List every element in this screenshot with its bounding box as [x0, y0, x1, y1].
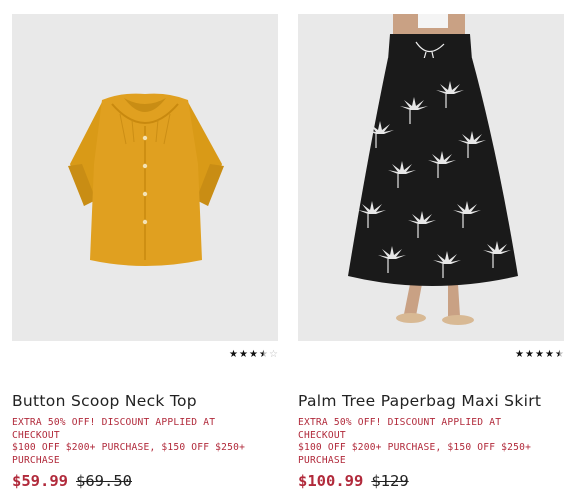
promo-line: PURCHASE — [12, 454, 60, 466]
product-card-button-scoop-neck-top[interactable]: ★ ★ ★ ★ ☆ Button Scoop Neck Top EXTRA 50… — [12, 14, 278, 491]
star-icon: ★ — [525, 349, 534, 360]
product-image[interactable] — [12, 14, 278, 341]
promo-line: EXTRA 50% OFF! DISCOUNT APPLIED AT — [12, 417, 216, 428]
star-half-icon: ★ — [555, 349, 564, 367]
product-rating: ★ ★ ★ ★ ☆ — [12, 349, 278, 367]
skirt-illustration — [348, 14, 518, 325]
promo-line: $100 OFF $200+ PURCHASE, $150 OFF $250+ — [12, 442, 246, 454]
promo-line: EXTRA 50% OFF! DISCOUNT APPLIED AT — [298, 417, 502, 428]
product-name[interactable]: Palm Tree Paperbag Maxi Skirt — [298, 391, 564, 411]
sale-price: $100.99 — [298, 472, 364, 491]
price-row: $59.99 $69.50 — [12, 471, 278, 491]
promo-line: CHECKOUT — [298, 429, 346, 441]
original-price: $129 — [371, 472, 409, 491]
blouse-illustration — [68, 93, 224, 266]
product-name[interactable]: Button Scoop Neck Top — [12, 391, 278, 411]
original-price: $69.50 — [76, 472, 132, 491]
price-row: $100.99 $129 — [298, 471, 564, 491]
star-half-icon: ★ — [259, 349, 268, 367]
star-icon: ★ — [229, 349, 238, 360]
product-image[interactable] — [298, 14, 564, 341]
promo-text: EXTRA 50% OFF! DISCOUNT APPLIED AT CHECK… — [298, 417, 564, 467]
promo-line: PURCHASE — [298, 454, 346, 466]
product-card-palm-tree-paperbag-maxi-skirt[interactable]: ★ ★ ★ ★ ★ Palm Tree Paperbag Maxi Skirt … — [298, 14, 564, 491]
star-icon: ★ — [249, 349, 258, 360]
star-icon: ★ — [515, 349, 524, 360]
promo-text: EXTRA 50% OFF! DISCOUNT APPLIED AT CHECK… — [12, 417, 278, 467]
promo-line: $100 OFF $200+ PURCHASE, $150 OFF $250+ — [298, 442, 532, 454]
star-icon: ★ — [535, 349, 544, 360]
star-icon: ★ — [545, 349, 554, 360]
promo-line: CHECKOUT — [12, 429, 60, 441]
star-empty-icon: ☆ — [269, 349, 278, 360]
product-rating: ★ ★ ★ ★ ★ — [298, 349, 564, 367]
star-icon: ★ — [239, 349, 248, 360]
sale-price: $59.99 — [12, 472, 68, 491]
